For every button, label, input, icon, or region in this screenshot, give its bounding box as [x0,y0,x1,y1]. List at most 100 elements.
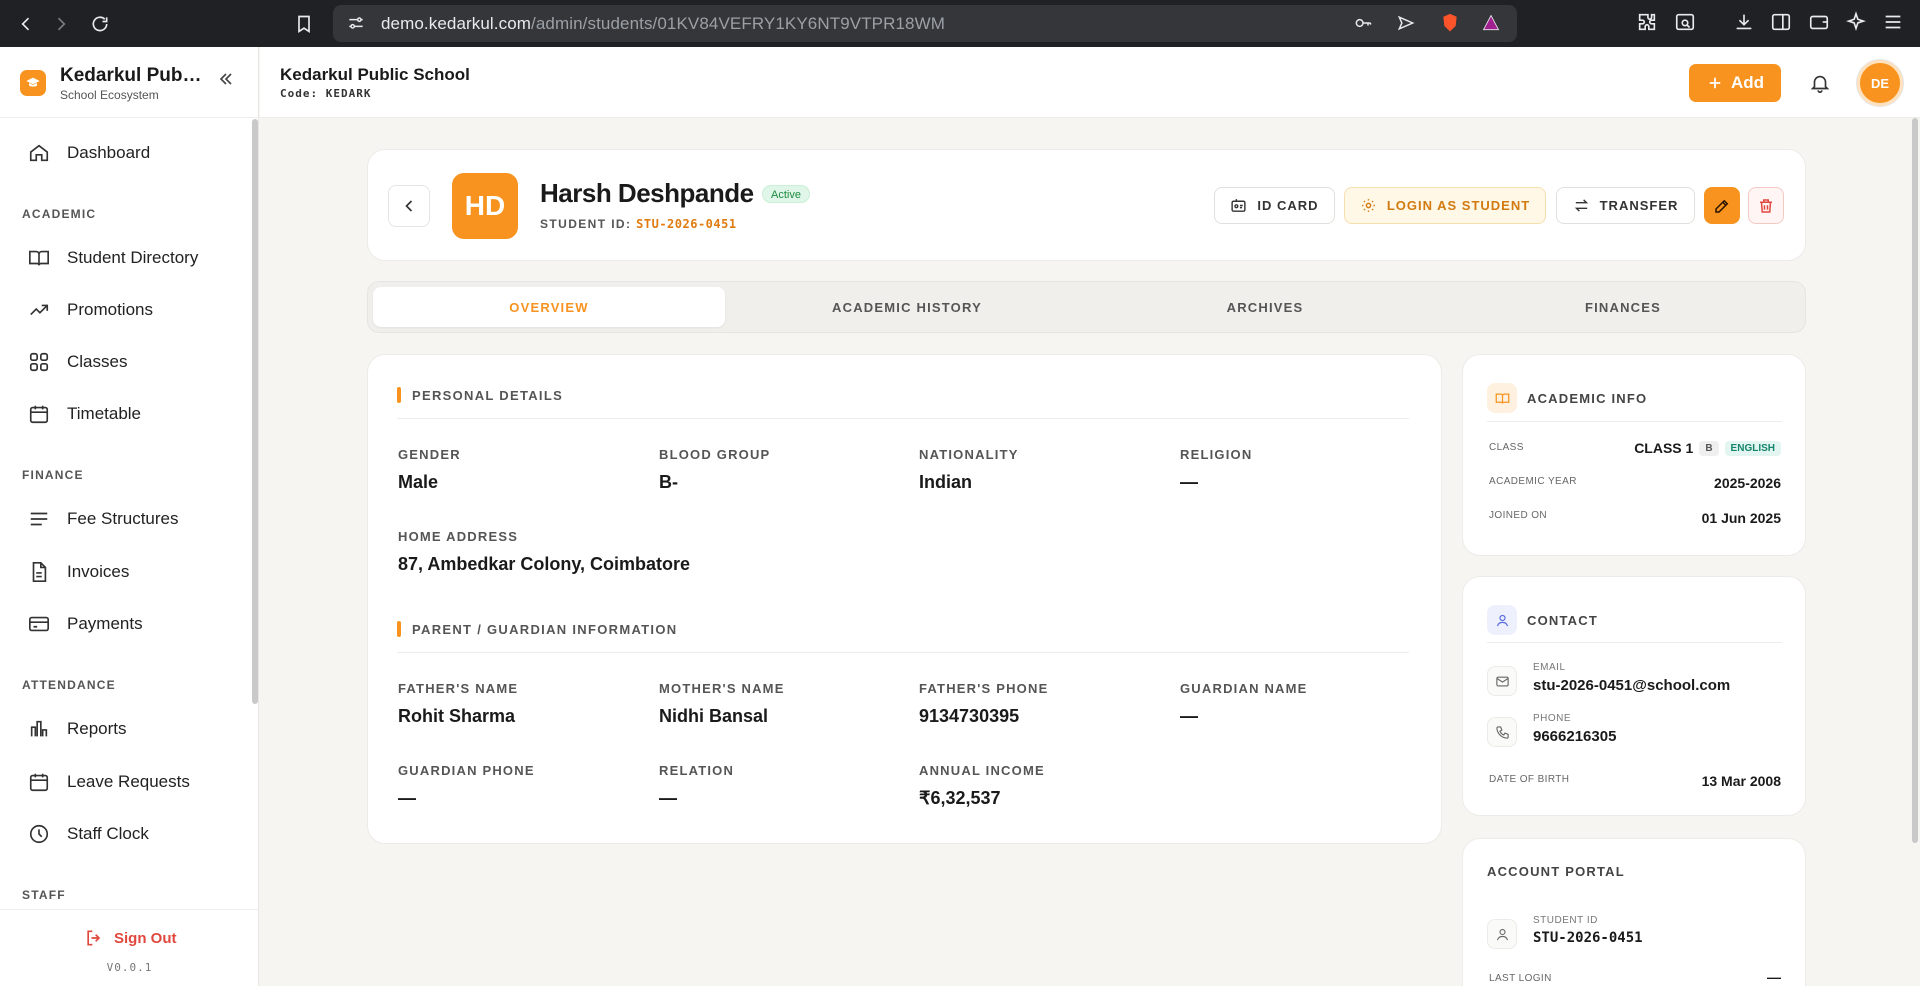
bookmark-icon[interactable] [284,0,324,47]
edit-icon [1715,199,1729,213]
back-button[interactable] [388,185,430,227]
tab-search-icon[interactable] [1674,11,1698,35]
app-version: V0.0.1 [106,961,153,974]
field-label: PHONE [1533,713,1572,724]
collapse-sidebar-icon[interactable] [216,69,240,93]
student-id-line: STUDENT ID: STU-2026-0451 [540,217,737,231]
sidebar-item-staff-clock[interactable]: Staff Clock [28,819,149,849]
tab-academic-history[interactable]: ACADEMIC HISTORY [731,287,1083,327]
site-settings-icon[interactable] [346,13,366,33]
nationality-value: Indian [919,472,972,492]
section-badge: B [1699,441,1719,456]
sidebar-item-classes[interactable]: Classes [28,347,127,377]
mail-icon [1487,666,1517,696]
field-label: DATE OF BIRTH [1489,774,1570,785]
field-label: BLOOD GROUP [659,447,771,462]
field-label: ACADEMIC YEAR [1489,476,1577,487]
login-as-student-button[interactable]: LOGIN AS STUDENT [1344,187,1546,224]
sidebar-item-promotions[interactable]: Promotions [28,295,153,325]
student-profile-card: HD Harsh Deshpande Active STUDENT ID: ST… [367,149,1806,261]
id-card-button[interactable]: ID CARD [1214,187,1335,224]
field-label: MOTHER'S NAME [659,681,785,696]
page-scrollbar[interactable] [1912,118,1918,843]
sidebar-item-invoices[interactable]: Invoices [28,557,129,587]
sidebar-item-student-directory[interactable]: Student Directory [28,243,198,273]
school-logo-icon [20,70,46,96]
card-header: ACCOUNT PORTAL [1487,864,1625,879]
brave-shield-icon[interactable] [1440,13,1460,33]
sidebar-item-fee-structures[interactable]: Fee Structures [28,504,179,534]
sidebar-item-label: Reports [67,719,127,738]
academic-year-value: 2025-2026 [1714,475,1781,491]
extensions-icon[interactable] [1636,11,1660,35]
guardian-phone-value: — [398,788,416,808]
leo-ai-icon[interactable] [1845,11,1869,35]
reload-icon[interactable] [80,0,120,47]
tab-archives[interactable]: ARCHIVES [1089,287,1441,327]
field-label: JOINED ON [1489,510,1548,521]
browser-toolbar: demo.kedarkul.com/admin/students/01KV84V… [0,0,1920,47]
field-label: STUDENT ID [1533,915,1598,926]
field-label: CLASS [1489,442,1524,453]
phone-value[interactable]: 9666216305 [1533,728,1616,745]
section-title: PERSONAL DETAILS [397,387,563,403]
relation-value: — [659,788,677,808]
book-open-icon [29,250,49,266]
sidebar-item-payments[interactable]: Payments [28,609,143,639]
bar-chart-icon [30,720,48,737]
calendar-icon [29,405,49,424]
field-label: GUARDIAN NAME [1180,681,1308,696]
sidebar-item-label: Payments [67,614,143,633]
section-staff: STAFF [22,888,66,902]
transfer-button[interactable]: TRANSFER [1556,187,1695,224]
menu-icon[interactable] [1882,11,1906,35]
user-avatar[interactable]: DE [1857,60,1903,106]
sign-out-button[interactable]: Sign Out [84,928,177,948]
sidebar-toggle-icon[interactable] [1770,11,1794,35]
tab-finances[interactable]: FINANCES [1447,287,1799,327]
field-label: HOME ADDRESS [398,529,519,544]
sidebar-footer: Sign Out V0.0.1 [0,909,259,986]
user-icon [1487,919,1517,949]
sidebar-item-timetable[interactable]: Timetable [28,399,141,429]
delete-button[interactable] [1748,187,1784,224]
download-icon[interactable] [1733,11,1757,35]
key-icon[interactable] [1353,13,1373,33]
sign-out-label: Sign Out [114,929,177,947]
sidebar-item-label: Student Directory [67,248,199,267]
sidebar-item-label: Staff Clock [67,824,149,843]
add-button[interactable]: Add [1689,64,1781,102]
plus-icon [1709,77,1721,89]
section-finance: FINANCE [22,468,84,482]
guardian-name-value: — [1180,706,1198,726]
field-label: FATHER'S NAME [398,681,519,696]
profile-tabs: OVERVIEW ACADEMIC HISTORY ARCHIVES FINAN… [367,281,1806,333]
section-title: PARENT / GUARDIAN INFORMATION [397,621,677,637]
notifications-bell-icon[interactable] [1809,72,1831,94]
divider [397,418,1409,419]
sidebar-item-reports[interactable]: Reports [28,714,127,744]
sidebar-item-label: Classes [67,352,128,371]
last-login-value: — [1767,969,1781,985]
forward-arrow-icon[interactable] [41,0,81,47]
email-value[interactable]: stu-2026-0451@school.com [1533,677,1730,694]
back-arrow-icon[interactable] [6,0,46,47]
academic-info-card: ACADEMIC INFO CLASS CLASS 1 B ENGLISH ACAD… [1462,354,1806,556]
religion-value: — [1180,472,1198,492]
contact-card: CONTACT EMAIL stu-2026-0451@school.com P… [1462,576,1806,816]
sidebar-item-leave-requests[interactable]: Leave Requests [28,767,190,797]
tab-overview[interactable]: OVERVIEW [373,287,725,327]
address-bar[interactable]: demo.kedarkul.com/admin/students/01KV84V… [333,5,1517,42]
brave-rewards-icon[interactable] [1481,13,1501,33]
edit-button[interactable] [1704,187,1740,224]
home-icon [29,144,49,162]
personal-details-card: PERSONAL DETAILS GENDER Male BLOOD GROUP… [367,354,1442,844]
sidebar: Kedarkul Public School School Ecosystem … [0,47,259,986]
sidebar-item-dashboard[interactable]: Dashboard [28,138,150,168]
send-icon[interactable] [1396,13,1416,33]
wallet-icon[interactable] [1808,11,1832,35]
card-header: CONTACT [1487,605,1598,635]
id-card-icon [1231,199,1246,212]
status-badge: Active [762,185,810,203]
sidebar-scrollbar[interactable] [252,119,258,704]
